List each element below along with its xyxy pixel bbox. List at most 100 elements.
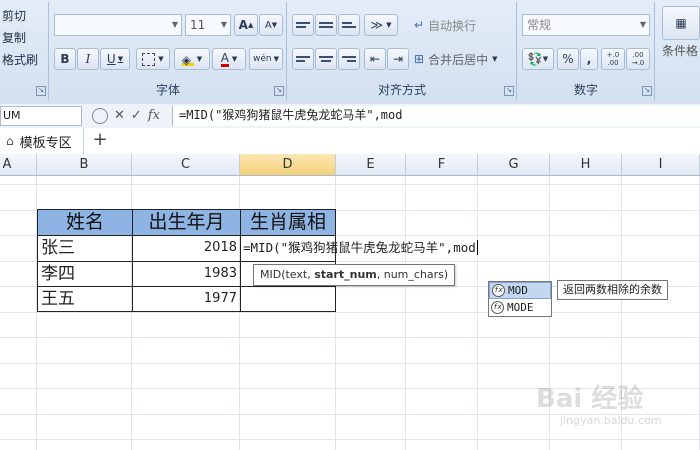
clipboard-launcher-icon[interactable]: ↘	[36, 86, 46, 96]
percent-button[interactable]: %	[557, 48, 579, 70]
column-header-d[interactable]: D	[240, 154, 336, 176]
function-icon: fx	[492, 284, 505, 297]
wrap-text-button[interactable]: ↵ 自动换行	[414, 14, 512, 36]
cell-name-row2[interactable]: 李四	[37, 261, 133, 287]
format-painter-button[interactable]: 格式刷	[2, 51, 38, 68]
alignment-launcher-icon[interactable]: ↘	[504, 86, 514, 96]
grid-column-line	[477, 176, 478, 450]
formula-bar: UM ✕ ✓ fx =MID("猴鸡狗猪鼠牛虎兔龙蛇马羊",mod	[0, 104, 700, 129]
number-format-select[interactable]: 常规 ▼	[522, 14, 650, 36]
autocomplete-description: 返回两数相除的余数	[557, 280, 668, 300]
conditional-format-button[interactable]: 条件格	[662, 42, 698, 59]
cut-button[interactable]: 剪切	[2, 7, 26, 24]
cell-year-row1[interactable]: 2018	[132, 235, 241, 262]
home-icon: ⌂	[6, 134, 14, 148]
column-header-e[interactable]: E	[336, 154, 406, 176]
comma-button[interactable]: ,	[580, 48, 598, 70]
currency-icon: 💱	[527, 52, 543, 66]
alignment-group-label: 对齐方式	[377, 83, 426, 97]
column-header-a[interactable]: A	[0, 154, 37, 176]
confirm-icon[interactable]: ✓	[131, 108, 142, 124]
clipboard-group: 剪切 复制 格式刷 ↘	[0, 2, 49, 100]
cell-name-row1[interactable]: 张三	[37, 235, 133, 262]
column-header-b[interactable]: B	[37, 154, 132, 176]
alignment-group: ≫ ▼ ↵ 自动换行 ⇤ ⇥ ⊞ 合并后居中 ▼ 对齐方式 ↘	[288, 2, 517, 100]
align-top-button[interactable]	[292, 14, 314, 36]
ribbon: 剪切 复制 格式刷 ↘ ▼ 11 ▼ A ▲ A ▼ B I U ▼ ▼ ◈ ▼ A ▼ w…	[0, 0, 700, 105]
align-middle-button[interactable]	[315, 14, 337, 36]
align-center-icon	[319, 54, 333, 64]
name-box[interactable]: UM	[0, 106, 82, 126]
underline-button[interactable]: U ▼	[100, 48, 130, 70]
styles-group: ▦ 条件格	[658, 2, 700, 100]
borders-icon	[142, 52, 156, 66]
autocomplete-item-mode[interactable]: fx MODE	[489, 299, 551, 316]
function-syntax-tooltip: MID(text, start_num, num_chars)	[253, 264, 456, 286]
watermark-url: jingyan.baidu.com	[560, 414, 662, 427]
borders-button[interactable]: ▼	[136, 48, 170, 70]
accounting-format-button[interactable]: 💱 ▼	[522, 48, 554, 70]
syntax-rest: , num_chars)	[376, 268, 449, 281]
cell-name-row3[interactable]: 王五	[37, 286, 133, 312]
column-header-c[interactable]: C	[132, 154, 240, 176]
text-cursor	[476, 240, 478, 255]
decrease-indent-icon: ⇤	[369, 52, 381, 66]
header-zodiac[interactable]: 生肖属相	[240, 209, 336, 236]
italic-button[interactable]: I	[77, 48, 99, 70]
phonetic-guide-button[interactable]: wén ▼	[249, 48, 283, 70]
align-bottom-icon	[342, 20, 356, 30]
merge-center-button[interactable]: ⊞ 合并后居中 ▼	[414, 48, 512, 70]
orientation-icon: ≫	[370, 18, 384, 32]
decrease-indent-button[interactable]: ⇤	[364, 48, 386, 70]
increase-indent-button[interactable]: ⇥	[387, 48, 409, 70]
bold-button[interactable]: B	[54, 48, 76, 70]
decrease-decimal-button[interactable]: .00 →.0	[626, 48, 650, 70]
increase-indent-icon: ⇥	[392, 52, 404, 66]
grid-row-line	[0, 312, 700, 313]
grid-column-line	[405, 176, 406, 450]
cell-zodiac-row1-editing[interactable]: =MID("猴鸡狗猪鼠牛虎兔龙蛇马羊",mod	[240, 235, 478, 262]
cancel-icon[interactable]: ✕	[114, 108, 125, 124]
orientation-button[interactable]: ≫ ▼	[364, 14, 398, 36]
align-right-icon	[342, 54, 356, 64]
autocomplete-item-mod[interactable]: fx MOD	[489, 282, 551, 299]
tab-template-zone[interactable]: ⌂ 模板专区	[0, 128, 84, 154]
add-tab-button[interactable]: +	[90, 128, 110, 154]
copy-button[interactable]: 复制	[2, 29, 26, 46]
column-header-i[interactable]: I	[622, 154, 700, 176]
grid-row-line	[0, 439, 700, 440]
column-header-g[interactable]: G	[478, 154, 550, 176]
column-header-f[interactable]: F	[406, 154, 478, 176]
font-size-select[interactable]: 11 ▼	[185, 14, 231, 36]
column-header-h[interactable]: H	[550, 154, 622, 176]
cell-year-row2[interactable]: 1983	[132, 261, 241, 287]
cell-zodiac-row3[interactable]	[240, 286, 336, 312]
align-bottom-button[interactable]	[338, 14, 360, 36]
autocomplete-list: fx MOD fx MODE	[488, 281, 552, 317]
font-name-select[interactable]: ▼	[54, 14, 182, 36]
grid-row-line	[0, 337, 700, 338]
header-birth-year[interactable]: 出生年月	[132, 209, 241, 236]
shrink-font-button[interactable]: A ▼	[259, 14, 283, 36]
align-middle-icon	[319, 20, 333, 30]
header-name[interactable]: 姓名	[37, 209, 133, 236]
align-left-button[interactable]	[292, 48, 314, 70]
conditional-format-icon[interactable]: ▦	[662, 6, 700, 40]
fill-color-button[interactable]: ◈ ▼	[174, 48, 210, 70]
font-color-button[interactable]: A ▼	[212, 48, 246, 70]
increase-decimal-button[interactable]: +.0 .00	[601, 48, 625, 70]
formula-controls: ✕ ✓ fx	[92, 108, 160, 124]
align-center-button[interactable]	[315, 48, 337, 70]
font-launcher-icon[interactable]: ↘	[274, 86, 284, 96]
align-right-button[interactable]	[338, 48, 360, 70]
formula-input[interactable]: =MID("猴鸡狗猪鼠牛虎兔龙蛇马羊",mod	[172, 106, 700, 126]
font-group-label: 字体	[155, 83, 180, 97]
grow-font-button[interactable]: A ▲	[234, 14, 258, 36]
insert-function-icon[interactable]: fx	[148, 108, 160, 124]
tab-bar: ⌂ 模板专区 +	[0, 128, 700, 155]
syntax-func[interactable]: MID(text,	[260, 268, 314, 281]
cell-year-row3[interactable]: 1977	[132, 286, 241, 312]
tab-label: 模板专区	[19, 135, 72, 151]
number-launcher-icon[interactable]: ↘	[642, 86, 652, 96]
syntax-current-arg: start_num	[314, 268, 377, 281]
